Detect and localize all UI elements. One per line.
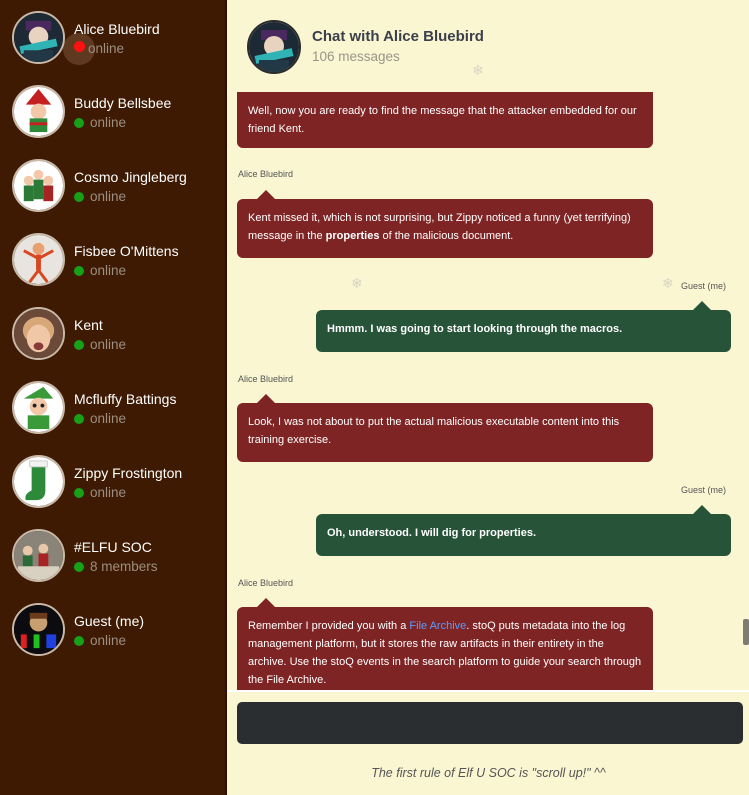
chat-scrollbar-thumb[interactable] (743, 619, 749, 645)
bubble-tail (693, 301, 711, 310)
avatar (12, 455, 65, 508)
avatar (12, 307, 65, 360)
contact-name: Mcfluffy Battings (74, 391, 177, 407)
contact-guest-me[interactable]: Guest (me) online (0, 592, 227, 666)
bubble-tail (257, 190, 275, 199)
alice-header-avatar-image (249, 22, 299, 72)
contact-name: Kent (74, 317, 103, 333)
status-text: online (90, 337, 127, 352)
contact-name: Fisbee O'Mittens (74, 243, 179, 259)
contact-mcfluffy-battings[interactable]: Mcfluffy Battings online (0, 370, 227, 444)
status-indicator (74, 266, 84, 276)
status-indicator (74, 192, 84, 202)
status-indicator (74, 414, 84, 424)
contact-alice-bluebird[interactable]: Alice Bluebird online (0, 0, 227, 74)
bubble-tail (257, 394, 275, 403)
file-archive-link[interactable]: File Archive (409, 620, 466, 632)
status-text: online (90, 263, 127, 278)
message-bubble-elf: Remember I provided you with a File Arch… (237, 598, 653, 690)
avatar (12, 233, 65, 286)
message-bold: properties (325, 230, 380, 242)
message-count: 106 messages (312, 49, 400, 64)
avatar (12, 159, 65, 212)
contact-name: Buddy Bellsbee (74, 95, 172, 111)
status-text: online (90, 485, 127, 500)
message-sender: Alice Bluebird (238, 374, 294, 384)
message-text: Hmmm. I was going to start looking throu… (327, 323, 623, 335)
snowflake-icon: ❄ (662, 275, 674, 291)
avatar (12, 11, 65, 64)
status-text: 8 members (90, 559, 158, 574)
elfu-soc-avatar-image (14, 531, 63, 580)
chat-header-avatar (247, 20, 301, 74)
status-text: online (88, 41, 125, 56)
guest-avatar-image (14, 605, 63, 654)
message-bubble-elf: Well, now you are ready to find the mess… (237, 92, 653, 148)
message-text: Look, I was not about to put the actual … (248, 416, 620, 446)
message-text: Well, now you are ready to find the mess… (248, 105, 637, 135)
status-indicator (74, 340, 84, 350)
snowflake-icon: ❄ (351, 275, 363, 291)
message-bubble-elf: Kent missed it, which is not surprising,… (237, 190, 653, 258)
avatar (12, 603, 65, 656)
status-indicator (74, 488, 84, 498)
contacts-sidebar: Alice Bluebird online Buddy Bellsbee onl… (0, 0, 227, 795)
mcfluffy-avatar-image (14, 383, 63, 432)
bubble-tail (693, 505, 711, 514)
contact-zippy-frostington[interactable]: Zippy Frostington online (0, 444, 227, 518)
message-sender: Alice Bluebird (238, 578, 294, 588)
bubble-tail (257, 598, 275, 607)
contact-kent[interactable]: Kent online (0, 296, 227, 370)
status-indicator (74, 41, 85, 52)
zippy-avatar-image (14, 457, 63, 506)
message-sender: Alice Bluebird (238, 169, 294, 179)
footer-note: The first rule of Elf U SOC is "scroll u… (371, 766, 606, 780)
status-text: online (90, 189, 127, 204)
input-divider (228, 690, 749, 692)
message-text-before: Remember I provided you with a (248, 620, 410, 632)
message-sender: Guest (me) (681, 281, 727, 291)
contact-buddy-bellsbee[interactable]: Buddy Bellsbee online (0, 74, 227, 148)
status-text: online (90, 115, 127, 130)
contact-name: #ELFU SOC (74, 539, 152, 555)
cosmo-avatar-image (14, 161, 63, 210)
message-bubble-user: Oh, understood. I will dig for propertie… (316, 505, 731, 556)
contact-name: Alice Bluebird (74, 21, 160, 37)
message-input[interactable] (237, 702, 743, 744)
kent-avatar-image (14, 309, 63, 358)
chat-title: Chat with Alice Bluebird (312, 28, 484, 45)
message-text-after: of the malicious document. (379, 230, 514, 242)
status-indicator (74, 636, 84, 646)
avatar (12, 529, 65, 582)
contact-name: Guest (me) (74, 613, 145, 629)
alice-avatar-image (14, 13, 63, 62)
message-text: Oh, understood. I will dig for propertie… (327, 527, 537, 539)
status-indicator (74, 562, 84, 572)
contact-name: Zippy Frostington (74, 465, 183, 481)
status-text: online (90, 411, 127, 426)
buddy-avatar-image (14, 87, 63, 136)
message-bubble-user: Hmmm. I was going to start looking throu… (316, 301, 731, 352)
snowflake-icon: ❄ (472, 62, 484, 78)
contact-cosmo-jingleberg[interactable]: Cosmo Jingleberg online (0, 148, 227, 222)
contact-name: Cosmo Jingleberg (74, 169, 187, 185)
avatar (12, 381, 65, 434)
contact-elfu-soc[interactable]: #ELFU SOC 8 members (0, 518, 227, 592)
message-bubble-elf: Look, I was not about to put the actual … (237, 394, 653, 462)
fisbee-avatar-image (14, 235, 63, 284)
avatar (12, 85, 65, 138)
message-sender: Guest (me) (681, 485, 727, 495)
status-text: online (90, 633, 127, 648)
contact-fisbee-omittens[interactable]: Fisbee O'Mittens online (0, 222, 227, 296)
status-indicator (74, 118, 84, 128)
